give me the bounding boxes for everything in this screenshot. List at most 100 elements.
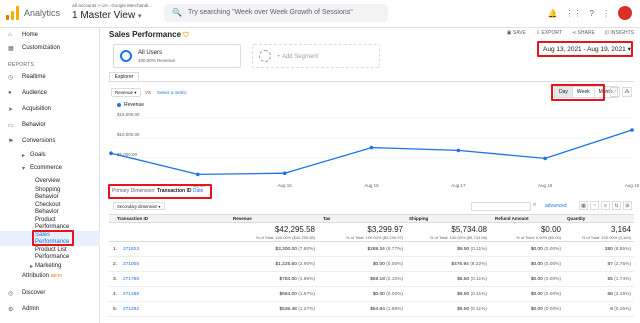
report-actions: ▣ SAVE ⇩ EXPORT ⋖ SHARE ⊡ INSIGHTS: [507, 30, 634, 36]
transaction-id-link[interactable]: 271823: [123, 247, 139, 252]
row-index: 5.: [113, 307, 118, 312]
analytics-logo-icon[interactable]: [6, 6, 20, 20]
cell-value: 87: [607, 262, 613, 267]
motion-chart-icon[interactable]: ⁂: [622, 87, 632, 97]
cell-percent: (2.10%): [386, 277, 403, 282]
cell-value: $0.00: [530, 247, 543, 252]
col-shipping[interactable]: Shipping: [409, 216, 428, 221]
row-index: 2.: [113, 262, 118, 267]
table-row: 4. 271288 $664.00 (1.57%) $0.00 (0.00%) $6.5…: [109, 287, 634, 302]
cell-percent: (1.66%): [386, 307, 403, 312]
cell-percent: (0.00%): [544, 307, 561, 312]
select-metric-link[interactable]: Select a metric: [157, 90, 187, 95]
table-header: Transaction ID Revenue Tax Shipping Refu…: [109, 214, 634, 223]
cell-percent: (1.85%): [298, 277, 315, 282]
cell-value: $0.00: [530, 277, 543, 282]
cell-percent: (7.80%): [298, 247, 315, 252]
total-shipping: $5,734.08: [451, 225, 487, 234]
add-segment-button[interactable]: + Add Segment: [252, 44, 380, 68]
col-tax[interactable]: Tax: [323, 216, 330, 221]
revenue-point[interactable]: [456, 148, 461, 153]
cell-value: $54.84: [370, 307, 385, 312]
cell-tax: $54.84 (1.66%): [317, 307, 403, 312]
line-chart-icon[interactable]: ⟋: [610, 87, 620, 97]
cell-percent: (0.00%): [544, 292, 561, 297]
cell-percent: (8.77%): [386, 247, 403, 252]
audience-icon: ●: [8, 90, 12, 96]
cell-refund: $0.00 (0.00%): [489, 262, 561, 267]
main-content: Sales Performance ⛉ ▣ SAVE ⇩ EXPORT ⋖ SH…: [101, 28, 640, 323]
revenue-point[interactable]: [630, 128, 634, 132]
revenue-point[interactable]: [282, 171, 287, 175]
cell-value: 68: [607, 292, 613, 297]
total-tax: $3,299.97: [367, 225, 403, 234]
cell-refund: $0.00 (0.00%): [489, 307, 561, 312]
apps-grid-icon[interactable]: ⋮⋮: [566, 9, 582, 18]
bar-view-icon[interactable]: ≡: [601, 201, 610, 210]
cell-qty: 8 (0.25%): [563, 307, 631, 312]
avatar[interactable]: [618, 6, 632, 20]
export-button[interactable]: ⇩ EXPORT: [536, 30, 562, 36]
highlight-box-sales-performance: [32, 230, 74, 246]
segment-all-users[interactable]: All Users 100.00% Revenue: [113, 44, 241, 68]
metric-select[interactable]: Revenue ▾: [111, 88, 141, 97]
col-quantity[interactable]: Quantity: [567, 216, 585, 221]
total-quantity-pct: % of Total: 100.00% (3,164): [581, 235, 631, 240]
revenue-point[interactable]: [196, 172, 200, 177]
account-path[interactable]: All accounts > UA - Google Merchandi...: [72, 3, 152, 8]
cell-value: $6.50: [457, 247, 470, 252]
page-title: Sales Performance ⛉: [109, 30, 189, 39]
transaction-id-link[interactable]: 271282: [123, 307, 139, 312]
discover-icon: ◎: [8, 291, 14, 297]
help-icon[interactable]: ?: [590, 9, 594, 18]
x-tick-label: Aug 18: [538, 183, 553, 188]
pivot-view-icon[interactable]: ⊞: [623, 201, 632, 210]
cell-value: $784.00: [279, 277, 297, 282]
notifications-icon[interactable]: 🔔: [548, 9, 558, 18]
search-icon[interactable]: ⌕: [533, 202, 536, 209]
cell-value: $0.00: [530, 292, 543, 297]
more-vert-icon[interactable]: ⋮: [602, 9, 610, 18]
cell-revenue: $536.48 (1.27%): [229, 307, 315, 312]
revenue-point[interactable]: [109, 151, 113, 155]
revenue-point[interactable]: [369, 145, 374, 150]
cell-value: 8: [610, 307, 613, 312]
transaction-id-link[interactable]: 271788: [123, 277, 139, 282]
cell-percent: (2.15%): [614, 292, 631, 297]
col-refund-amount[interactable]: Refund Amount: [495, 216, 529, 221]
cell-percent: (1.74%): [614, 277, 631, 282]
revenue-series-line: [110, 129, 633, 176]
search-box[interactable]: 🔍 Try searching "Week over Week Growth o…: [164, 4, 388, 22]
sidebar: ⌂ Home ▦ Customization REPORTS ◷ Realtime ●…: [0, 28, 100, 323]
highlight-box-primary-dimension: [108, 184, 212, 199]
cell-qty: 87 (2.75%): [563, 262, 631, 267]
segment-percent: 100.00% Revenue: [138, 58, 176, 63]
cell-ship: $6.50 (0.11%): [405, 247, 487, 252]
compare-view-icon[interactable]: ⇅: [612, 201, 621, 210]
col-transaction-id[interactable]: Transaction ID: [117, 216, 148, 221]
transaction-id-link[interactable]: 271008: [123, 262, 139, 267]
chevron-down-icon: ▾: [22, 166, 26, 172]
cell-qty: 55 (1.74%): [563, 277, 631, 282]
insights-button[interactable]: ⊡ INSIGHTS: [605, 30, 634, 36]
cell-ship: $6.50 (0.11%): [405, 292, 487, 297]
cell-value: $0.00: [372, 292, 385, 297]
col-revenue[interactable]: Revenue: [233, 216, 252, 221]
advanced-filter-link[interactable]: advanced: [545, 203, 567, 209]
transaction-id-link[interactable]: 271288: [123, 292, 139, 297]
cell-value: $0.00: [530, 262, 543, 267]
share-button[interactable]: ⋖ SHARE: [572, 30, 595, 36]
table-view-icon[interactable]: ▦: [579, 201, 588, 210]
cell-tax: $289.34 (8.77%): [317, 247, 403, 252]
cell-value: $3,300.00: [275, 247, 297, 252]
cell-tax: $0.00 (0.00%): [317, 292, 403, 297]
y-tick-label: $15,000.00: [117, 112, 140, 117]
view-selector[interactable]: 1 Master View ▾: [72, 10, 141, 21]
revenue-point[interactable]: [543, 156, 547, 161]
pie-view-icon[interactable]: ◔: [590, 201, 599, 210]
table-search-input[interactable]: [471, 202, 531, 211]
highlight-box-granularity: [551, 84, 605, 101]
secondary-dimension-select[interactable]: Secondary dimension ▾: [113, 202, 165, 210]
cell-percent: (0.11%): [470, 292, 487, 297]
save-button[interactable]: ▣ SAVE: [507, 30, 526, 36]
